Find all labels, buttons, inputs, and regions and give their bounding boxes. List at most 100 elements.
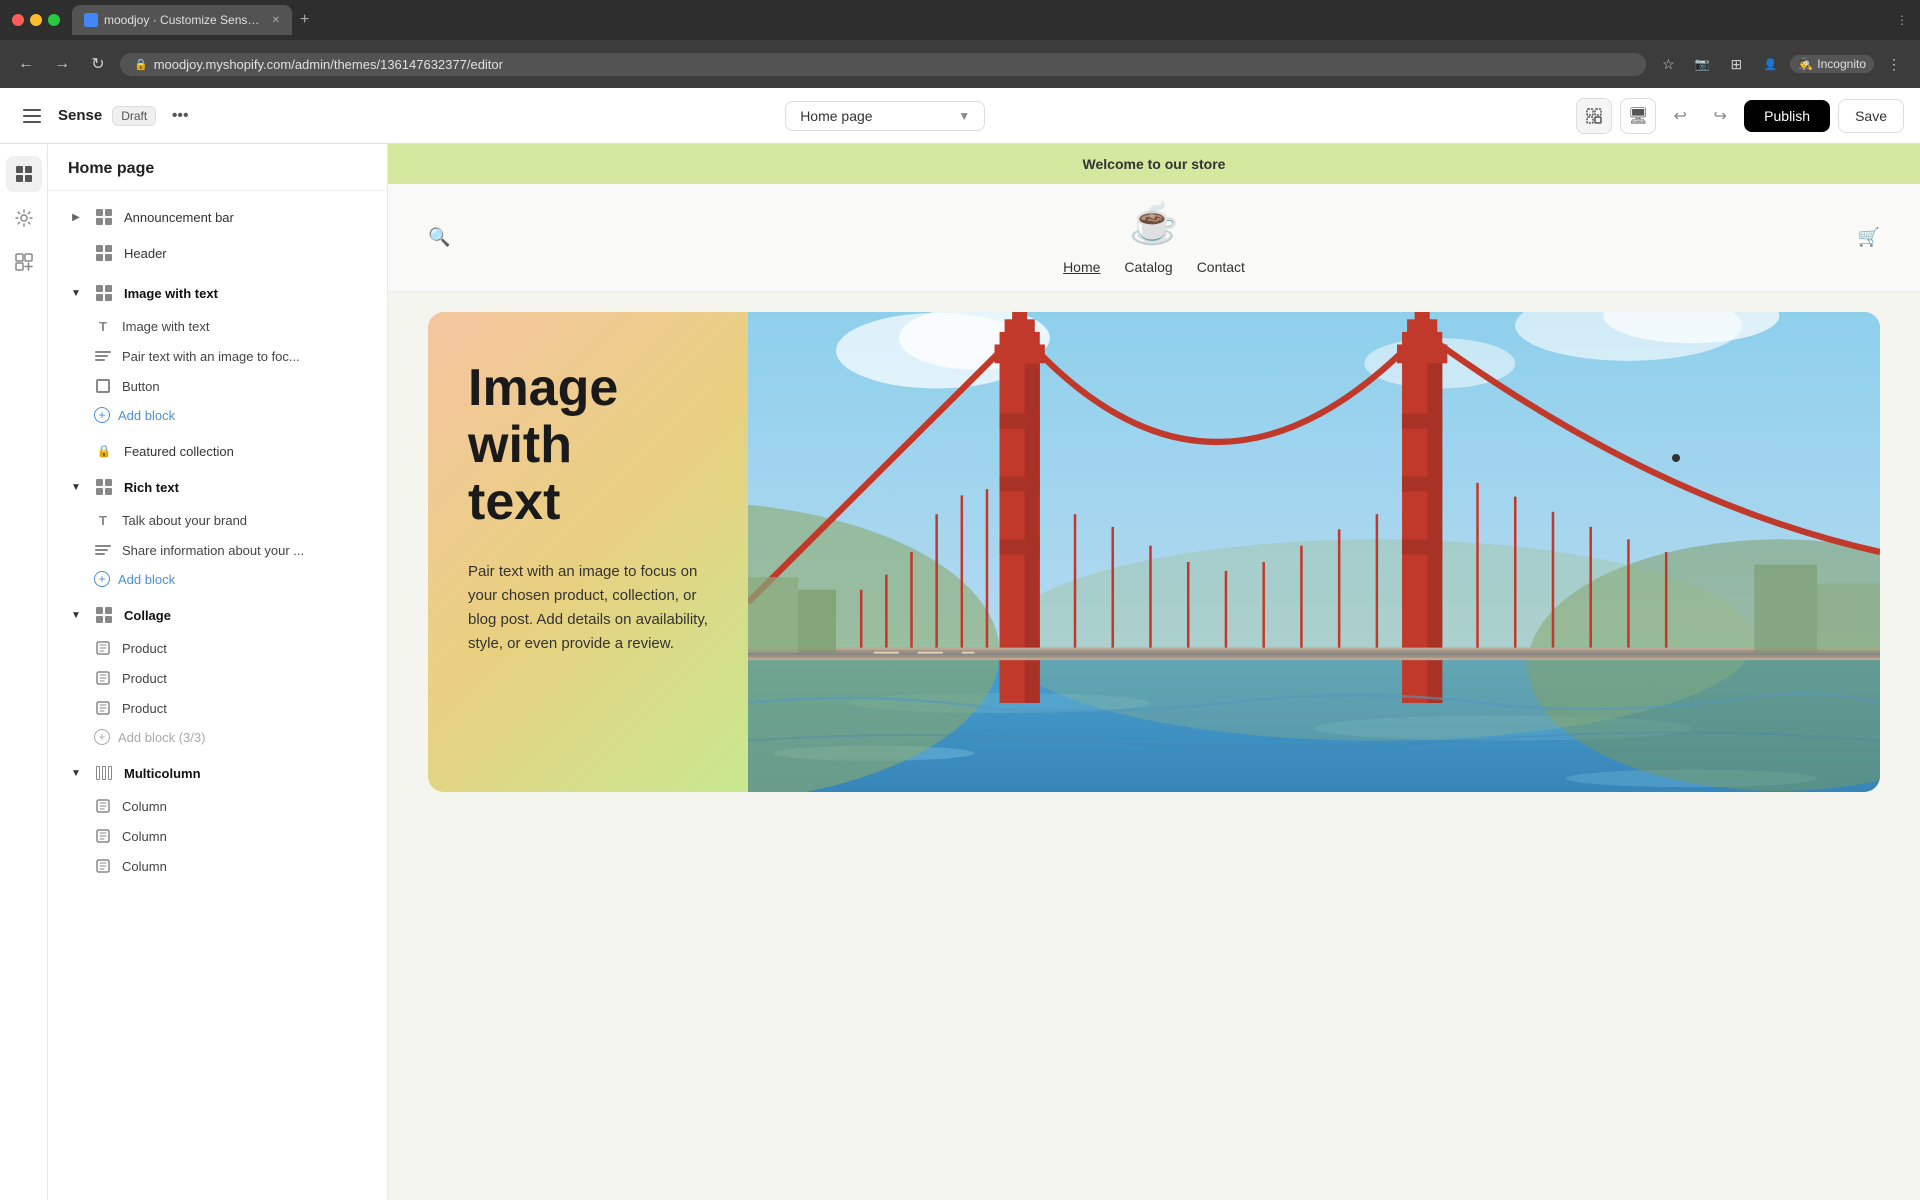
announcement-bar-label: Announcement bar xyxy=(124,210,367,225)
active-tab[interactable]: moodjoy · Customize Sense · S ✕ xyxy=(72,5,292,35)
minimize-traffic-light[interactable] xyxy=(30,14,42,26)
selection-mode-button[interactable] xyxy=(1576,98,1612,134)
rich-text-label: Rich text xyxy=(124,480,367,495)
t-icon-2: T xyxy=(94,511,112,529)
forward-button[interactable]: → xyxy=(48,50,76,78)
sidebar-item-collage[interactable]: ▼ Collage xyxy=(48,597,387,633)
incognito-label: Incognito xyxy=(1817,57,1866,71)
add-block-button-2[interactable]: + Add block xyxy=(48,565,387,593)
traffic-lights xyxy=(12,14,60,26)
store-search-icon[interactable]: 🔍 xyxy=(428,227,450,248)
collage-label: Collage xyxy=(124,608,367,623)
maximize-traffic-light[interactable] xyxy=(48,14,60,26)
store-cart-icon[interactable]: 🛒 xyxy=(1858,227,1880,248)
store-navigation: Home Catalog Contact xyxy=(1063,259,1245,275)
sidebar-subitem-image-with-text-block[interactable]: T Image with text xyxy=(48,311,387,341)
window-menu-button[interactable]: ⋮ xyxy=(1896,13,1908,27)
add-block-button-3: + Add block (3/3) xyxy=(48,723,387,751)
expand-toggle: ▼ xyxy=(68,607,84,623)
save-button[interactable]: Save xyxy=(1838,99,1904,133)
back-button[interactable]: ← xyxy=(12,50,40,78)
sidebar-subitem-column-3[interactable]: Column xyxy=(48,851,387,881)
lines-icon xyxy=(94,347,112,365)
expand-toggle: ▶ xyxy=(68,209,84,225)
sidebar-item-featured-collection[interactable]: 🔒 Featured collection xyxy=(48,433,387,469)
add-block-label-2: Add block xyxy=(118,572,175,587)
expand-toggle: ▼ xyxy=(68,285,84,301)
new-tab-button[interactable]: + xyxy=(300,11,309,29)
nav-home[interactable]: Home xyxy=(1063,259,1100,275)
box-outline-icon-3 xyxy=(94,699,112,717)
sidebar-subitem-share-information[interactable]: Share information about your ... xyxy=(48,535,387,565)
nav-catalog[interactable]: Catalog xyxy=(1124,259,1172,275)
product-3-label: Product xyxy=(122,701,367,716)
preview-frame: Welcome to our store 🔍 ☕ Home Catalog Co… xyxy=(388,144,1920,1200)
talk-about-brand-label: Talk about your brand xyxy=(122,513,367,528)
share-information-label: Share information about your ... xyxy=(122,543,367,558)
sidebar-subitem-column-1[interactable]: Column xyxy=(48,791,387,821)
box-outline-icon-col1 xyxy=(94,797,112,815)
multicolumn-label: Multicolumn xyxy=(124,766,367,781)
sidebar-item-image-with-text[interactable]: ▼ Image with text xyxy=(48,275,387,311)
publish-button[interactable]: Publish xyxy=(1744,100,1830,132)
hero-text-panel: Imagewithtext Pair text with an image to… xyxy=(428,312,748,792)
browser-menu-button[interactable]: ⋮ xyxy=(1880,50,1908,78)
header-label: Header xyxy=(124,246,367,261)
sidebar-subitem-column-2[interactable]: Column xyxy=(48,821,387,851)
more-options-button[interactable]: ••• xyxy=(166,102,194,130)
desktop-view-button[interactable]: 🖥 xyxy=(1620,98,1656,134)
undo-button[interactable]: ↩ xyxy=(1664,100,1696,132)
column-1-label: Column xyxy=(122,799,367,814)
hero-image-panel xyxy=(748,312,1880,792)
collage-icon xyxy=(94,605,114,625)
sidebar-item-rich-text[interactable]: ▼ Rich text xyxy=(48,469,387,505)
page-selector-dropdown[interactable]: Home page ▼ xyxy=(785,101,985,131)
extensions-button[interactable]: ⊞ xyxy=(1722,50,1750,78)
app-header-left: Sense Draft ••• xyxy=(16,100,194,132)
page-selector-arrow: ▼ xyxy=(958,109,970,123)
sidebar-subitem-button[interactable]: Button xyxy=(48,371,387,401)
sidebar-toggle-button[interactable] xyxy=(16,100,48,132)
header-icon xyxy=(94,243,114,263)
sidebar-subitem-talk-about-brand[interactable]: T Talk about your brand xyxy=(48,505,387,535)
profile-button[interactable]: 👤 xyxy=(1756,50,1784,78)
announcement-text: Welcome to our store xyxy=(1083,156,1226,172)
sidebar-subitem-pair-text[interactable]: Pair text with an image to foc... xyxy=(48,341,387,371)
featured-collection-label: Featured collection xyxy=(124,444,367,459)
box-outline-icon-1 xyxy=(94,639,112,657)
no-camera-button[interactable]: 📷 xyxy=(1688,50,1716,78)
tab-close-button[interactable]: ✕ xyxy=(272,15,280,26)
refresh-button[interactable]: ↻ xyxy=(84,50,112,78)
redo-button[interactable]: ↪ xyxy=(1704,100,1736,132)
plus-circle-icon-2: + xyxy=(94,571,110,587)
bookmark-button[interactable]: ☆ xyxy=(1654,50,1682,78)
box-outline-icon-col2 xyxy=(94,827,112,845)
address-bar[interactable]: 🔒 moodjoy.myshopify.com/admin/themes/136… xyxy=(120,53,1646,76)
close-traffic-light[interactable] xyxy=(12,14,24,26)
theme-settings-button[interactable] xyxy=(6,200,42,236)
draft-badge: Draft xyxy=(112,106,156,126)
app-header: Sense Draft ••• Home page ▼ 🖥 ↩ ↪ Pub xyxy=(0,88,1920,144)
layers-panel-button[interactable] xyxy=(6,156,42,192)
product-2-label: Product xyxy=(122,671,367,686)
hero-subtitle: Pair text with an image to focus on your… xyxy=(468,560,708,656)
app-header-right: 🖥 ↩ ↪ Publish Save xyxy=(1576,98,1904,134)
sidebar-item-announcement-bar[interactable]: ▶ Announcement bar xyxy=(48,199,387,235)
sidebar-item-header[interactable]: Header xyxy=(48,235,387,271)
sidebar-subitem-product-1[interactable]: Product xyxy=(48,633,387,663)
sidebar-subitem-product-3[interactable]: Product xyxy=(48,693,387,723)
nav-contact[interactable]: Contact xyxy=(1197,259,1245,275)
app-blocks-button[interactable] xyxy=(6,244,42,280)
sidebar-subitem-product-2[interactable]: Product xyxy=(48,663,387,693)
preview-area: Welcome to our store 🔍 ☕ Home Catalog Co… xyxy=(388,144,1920,1200)
box-icon xyxy=(94,377,112,395)
store-header: 🔍 ☕ Home Catalog Contact 🛒 xyxy=(388,184,1920,292)
panel-title: Home page xyxy=(48,144,387,191)
image-with-text-icon xyxy=(94,283,114,303)
add-block-button-1[interactable]: + Add block xyxy=(48,401,387,429)
lock-icon: 🔒 xyxy=(134,58,148,71)
expand-toggle xyxy=(68,443,84,459)
page-selector-text: Home page xyxy=(800,108,950,124)
sidebar-item-multicolumn[interactable]: ▼ Multicolumn xyxy=(48,755,387,791)
app-title: Sense xyxy=(58,107,102,124)
